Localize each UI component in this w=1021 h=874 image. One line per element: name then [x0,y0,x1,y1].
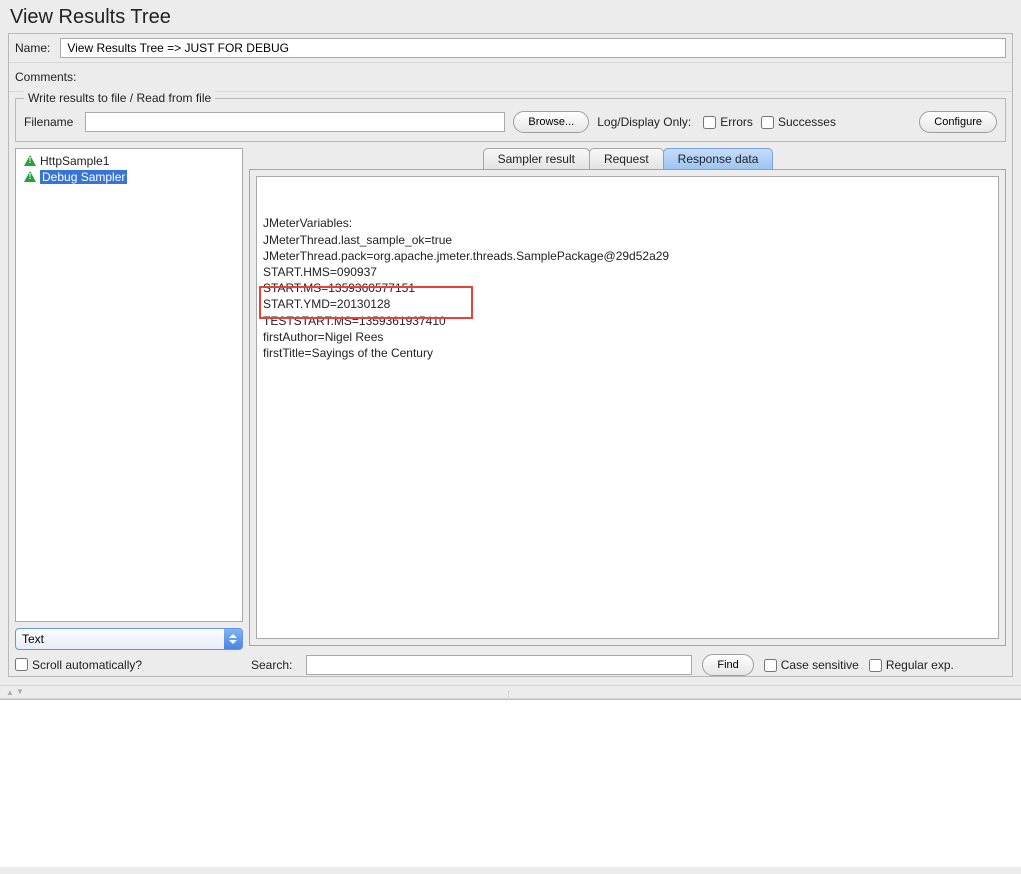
filename-input[interactable] [85,112,505,132]
comments-input[interactable] [86,67,1006,87]
successes-checkbox-input[interactable] [761,116,774,129]
scroll-auto-row: Scroll automatically? [15,656,243,677]
scroll-auto-label: Scroll automatically? [32,658,142,672]
bottom-log-pane[interactable] [0,699,1021,867]
main-panel: Name: Comments: Write results to file / … [8,33,1013,677]
view-mode-select-wrap: Text [15,628,243,650]
name-row: Name: [9,34,1012,63]
case-sensitive-checkbox[interactable]: Case sensitive [764,658,859,672]
name-label: Name: [15,41,54,55]
scroll-auto-checkbox-input[interactable] [15,658,28,671]
case-label: Case sensitive [781,658,859,672]
search-label: Search: [251,658,296,672]
file-legend: Write results to file / Read from file [24,91,215,105]
successes-checkbox[interactable]: Successes [761,115,836,129]
tab-response-data[interactable]: Response data [663,148,774,170]
tab-request[interactable]: Request [589,148,664,170]
file-fieldset: Write results to file / Read from file F… [15,98,1006,142]
results-tree[interactable]: HttpSample1 Debug Sampler [15,148,243,622]
response-textarea[interactable]: JMeterVariables: JMeterThread.last_sampl… [256,176,999,639]
errors-checkbox[interactable]: Errors [703,115,753,129]
tree-panel: HttpSample1 Debug Sampler Text Scroll aut… [15,148,243,676]
horizontal-splitter[interactable]: ⁞ [0,685,1021,699]
regex-checkbox[interactable]: Regular exp. [869,658,954,672]
name-input[interactable] [60,38,1006,58]
main-split: HttpSample1 Debug Sampler Text Scroll aut… [15,148,1006,676]
successes-label: Successes [778,115,836,129]
find-button[interactable]: Find [702,654,753,676]
search-input[interactable] [306,655,692,675]
content-panel: Sampler resultRequestResponse data JMete… [249,148,1006,676]
configure-button[interactable]: Configure [919,111,997,133]
errors-checkbox-input[interactable] [703,116,716,129]
response-content: JMeterVariables: JMeterThread.last_sampl… [263,215,992,361]
splitter-grip-icon: ⁞ [508,690,514,696]
case-sensitive-checkbox-input[interactable] [764,659,777,672]
logdisplay-label: Log/Display Only: [597,115,695,129]
browse-button[interactable]: Browse... [513,111,589,133]
panel-title: View Results Tree [0,0,1021,33]
comments-label: Comments: [15,70,80,84]
filename-label: Filename [24,115,77,129]
regex-checkbox-input[interactable] [869,659,882,672]
tree-item[interactable]: Debug Sampler [20,169,238,185]
success-icon [24,171,36,183]
scroll-auto-checkbox[interactable]: Scroll automatically? [15,658,142,672]
response-body: JMeterVariables: JMeterThread.last_sampl… [249,169,1006,646]
errors-label: Errors [720,115,753,129]
search-row: Search: Find Case sensitive Regular exp. [249,654,1006,676]
tab-sampler-result[interactable]: Sampler result [483,148,590,170]
comments-row: Comments: [9,63,1012,92]
tree-item[interactable]: HttpSample1 [20,153,238,169]
tree-item-label: Debug Sampler [40,170,127,184]
tab-row: Sampler resultRequestResponse data [249,148,1006,170]
view-mode-select[interactable]: Text [15,628,243,650]
tree-item-label: HttpSample1 [40,154,109,168]
success-icon [24,155,36,167]
regex-label: Regular exp. [886,658,954,672]
